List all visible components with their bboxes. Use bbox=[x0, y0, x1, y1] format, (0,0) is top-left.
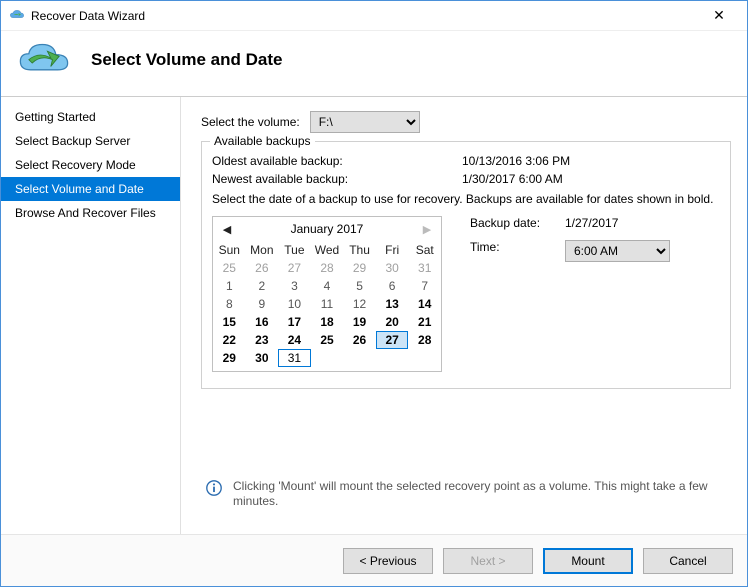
next-button[interactable]: Next > bbox=[443, 548, 533, 574]
calendar-next-icon[interactable]: ▶ bbox=[417, 217, 437, 241]
close-button[interactable]: ✕ bbox=[699, 2, 739, 30]
cloud-arrow-icon bbox=[17, 41, 71, 78]
time-label: Time: bbox=[470, 240, 565, 262]
nav-item-2[interactable]: Select Recovery Mode bbox=[1, 153, 180, 177]
calendar-dow: Tue bbox=[278, 241, 311, 259]
calendar-day[interactable]: 28 bbox=[408, 331, 441, 349]
cloud-icon bbox=[9, 8, 25, 24]
calendar-day[interactable]: 28 bbox=[311, 259, 344, 277]
calendar-day[interactable]: 10 bbox=[278, 295, 311, 313]
calendar-day[interactable]: 19 bbox=[343, 313, 376, 331]
group-legend: Available backups bbox=[210, 134, 315, 148]
calendar-day[interactable]: 11 bbox=[311, 295, 344, 313]
calendar-month-label: January 2017 bbox=[291, 222, 364, 236]
wizard-nav: Getting StartedSelect Backup ServerSelec… bbox=[1, 97, 181, 534]
calendar-prev-icon[interactable]: ◀ bbox=[217, 217, 237, 241]
calendar-dow: Sat bbox=[408, 241, 441, 259]
time-select[interactable]: 6:00 AM bbox=[565, 240, 670, 262]
select-volume-label: Select the volume: bbox=[201, 115, 300, 129]
calendar-day[interactable]: 1 bbox=[213, 277, 246, 295]
calendar-day[interactable]: 18 bbox=[311, 313, 344, 331]
nav-item-1[interactable]: Select Backup Server bbox=[1, 129, 180, 153]
nav-item-3[interactable]: Select Volume and Date bbox=[1, 177, 180, 201]
calendar-day[interactable]: 7 bbox=[408, 277, 441, 295]
calendar-day[interactable]: 9 bbox=[246, 295, 279, 313]
calendar-day[interactable]: 14 bbox=[408, 295, 441, 313]
backup-date-value: 1/27/2017 bbox=[565, 216, 618, 230]
calendar-day[interactable]: 26 bbox=[246, 259, 279, 277]
calendar-dow: Thu bbox=[343, 241, 376, 259]
header: Select Volume and Date bbox=[1, 31, 747, 96]
nav-item-4[interactable]: Browse And Recover Files bbox=[1, 201, 180, 225]
calendar-day[interactable]: 31 bbox=[278, 349, 311, 367]
calendar-day[interactable]: 12 bbox=[343, 295, 376, 313]
cancel-button[interactable]: Cancel bbox=[643, 548, 733, 574]
nav-item-0[interactable]: Getting Started bbox=[1, 105, 180, 129]
calendar-day[interactable]: 6 bbox=[376, 277, 409, 295]
calendar-day[interactable]: 31 bbox=[408, 259, 441, 277]
info-icon bbox=[205, 479, 223, 497]
calendar-day[interactable]: 30 bbox=[246, 349, 279, 367]
oldest-backup-label: Oldest available backup: bbox=[212, 154, 462, 168]
window: Recover Data Wizard ✕ Select Volume and … bbox=[0, 0, 748, 587]
content-area: Getting StartedSelect Backup ServerSelec… bbox=[1, 96, 747, 534]
available-backups-group: Available backups Oldest available backu… bbox=[201, 141, 731, 389]
main-panel: Select the volume: F:\ Available backups… bbox=[181, 97, 747, 534]
calendar-day[interactable]: 3 bbox=[278, 277, 311, 295]
calendar-dow: Fri bbox=[376, 241, 409, 259]
close-icon: ✕ bbox=[713, 7, 725, 24]
calendar-day[interactable]: 27 bbox=[376, 331, 409, 349]
calendar-dow: Wed bbox=[311, 241, 344, 259]
calendar-day[interactable]: 15 bbox=[213, 313, 246, 331]
calendar-day[interactable]: 4 bbox=[311, 277, 344, 295]
instruction-text: Select the date of a backup to use for r… bbox=[212, 192, 718, 206]
calendar-day[interactable]: 16 bbox=[246, 313, 279, 331]
calendar-day[interactable]: 29 bbox=[343, 259, 376, 277]
info-bar: Clicking 'Mount' will mount the selected… bbox=[201, 471, 731, 524]
button-bar: < Previous Next > Mount Cancel bbox=[1, 534, 747, 586]
calendar-day[interactable]: 21 bbox=[408, 313, 441, 331]
window-title: Recover Data Wizard bbox=[31, 9, 699, 23]
newest-backup-label: Newest available backup: bbox=[212, 172, 462, 186]
calendar-day[interactable]: 23 bbox=[246, 331, 279, 349]
date-time-panel: Backup date: 1/27/2017 Time: 6:00 AM bbox=[470, 216, 718, 272]
calendar-dow: Sun bbox=[213, 241, 246, 259]
calendar-day[interactable]: 8 bbox=[213, 295, 246, 313]
calendar-day[interactable]: 30 bbox=[376, 259, 409, 277]
calendar-day[interactable]: 13 bbox=[376, 295, 409, 313]
volume-select[interactable]: F:\ bbox=[310, 111, 420, 133]
calendar-dow: Mon bbox=[246, 241, 279, 259]
newest-backup-value: 1/30/2017 6:00 AM bbox=[462, 172, 563, 186]
calendar-day[interactable]: 25 bbox=[213, 259, 246, 277]
calendar: ◀ January 2017 ▶ SunMonTueWedThuFriSat 2… bbox=[212, 216, 442, 372]
calendar-day[interactable]: 5 bbox=[343, 277, 376, 295]
calendar-day[interactable]: 26 bbox=[343, 331, 376, 349]
calendar-day[interactable]: 2 bbox=[246, 277, 279, 295]
calendar-day[interactable]: 24 bbox=[278, 331, 311, 349]
calendar-day[interactable]: 29 bbox=[213, 349, 246, 367]
calendar-day[interactable]: 27 bbox=[278, 259, 311, 277]
calendar-day[interactable]: 20 bbox=[376, 313, 409, 331]
info-text: Clicking 'Mount' will mount the selected… bbox=[233, 479, 727, 510]
calendar-day[interactable]: 17 bbox=[278, 313, 311, 331]
mount-button[interactable]: Mount bbox=[543, 548, 633, 574]
titlebar: Recover Data Wizard ✕ bbox=[1, 1, 747, 31]
page-title: Select Volume and Date bbox=[91, 50, 282, 70]
previous-button[interactable]: < Previous bbox=[343, 548, 433, 574]
oldest-backup-value: 10/13/2016 3:06 PM bbox=[462, 154, 570, 168]
calendar-day[interactable]: 25 bbox=[311, 331, 344, 349]
calendar-day[interactable]: 22 bbox=[213, 331, 246, 349]
backup-date-label: Backup date: bbox=[470, 216, 565, 230]
